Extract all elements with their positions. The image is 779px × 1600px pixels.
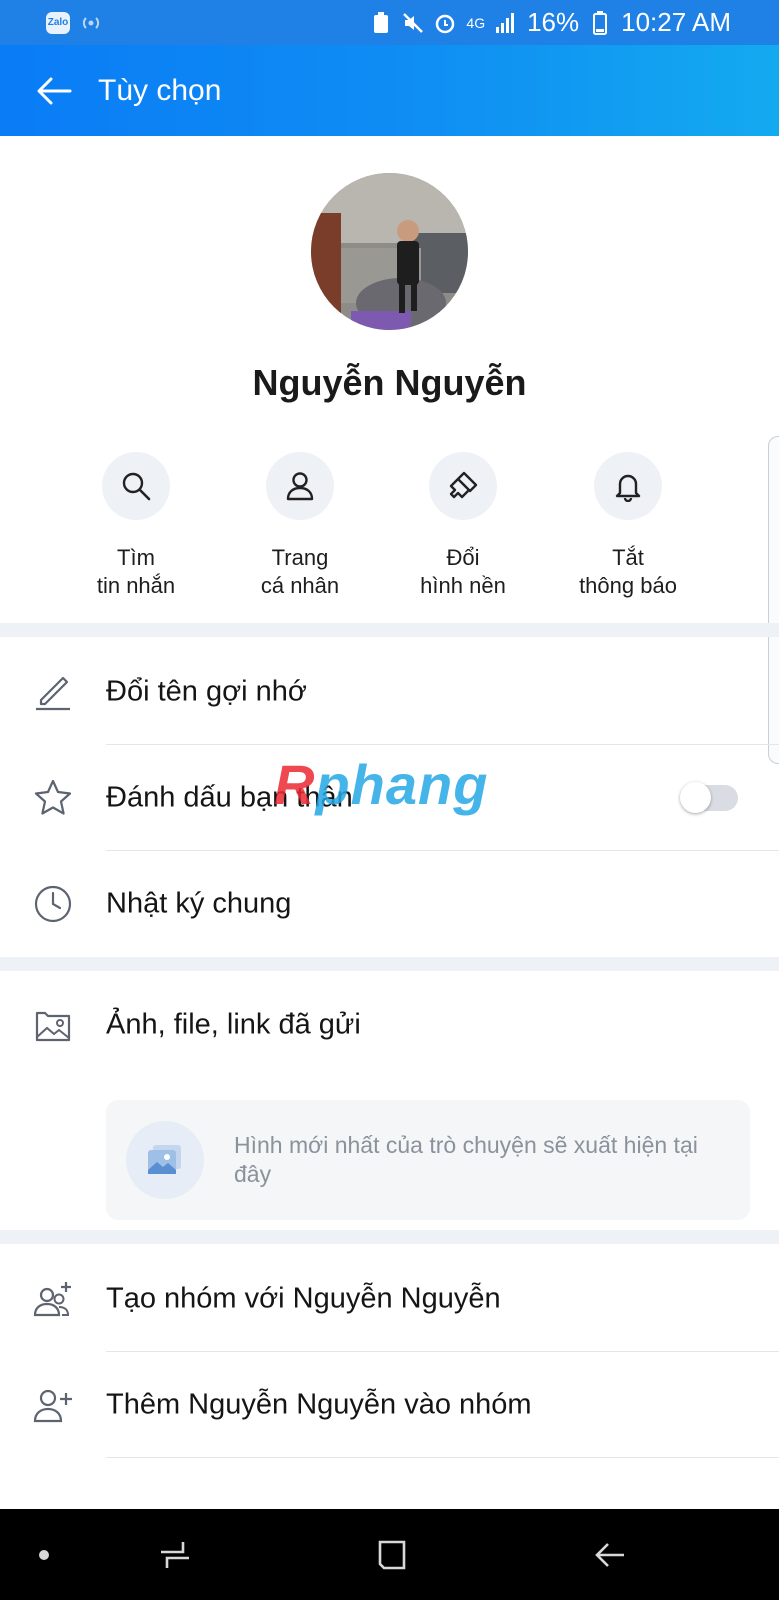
action-label-line2: tin nhắn — [96, 573, 176, 598]
zalo-notification-icon: Zalo — [46, 11, 70, 34]
battery-percent: 16% — [527, 7, 580, 37]
search-messages-action[interactable]: Tìm tin nhắn — [51, 452, 221, 600]
clock-icon — [32, 883, 74, 925]
best-friend-toggle[interactable] — [680, 782, 738, 813]
action-label-line2: cá nhân — [260, 573, 340, 598]
action-label-line1: Đổi — [446, 545, 480, 570]
action-label-line2: thông báo — [579, 573, 677, 598]
home-button[interactable] — [362, 1509, 422, 1600]
best-friend-label: Đánh dấu bạn thân — [106, 781, 353, 814]
shared-diary-row[interactable]: Nhật ký chung — [0, 851, 779, 957]
action-label-line2: hình nền — [420, 573, 506, 598]
profile-name: Nguyễn Nguyễn — [252, 362, 527, 403]
mute-notifications-action[interactable]: Tắt thông báo — [543, 452, 713, 600]
status-bar: Zalo 4G 16% 10:27 AM — [0, 0, 779, 45]
best-friend-row[interactable]: Đánh dấu bạn thân — [0, 745, 779, 851]
signal-icon — [495, 12, 517, 34]
section-divider — [0, 1230, 779, 1244]
dot-icon — [39, 1549, 49, 1560]
brush-icon — [429, 452, 497, 520]
gallery-icon — [32, 1004, 74, 1046]
avatar[interactable] — [311, 173, 468, 330]
user-icon — [266, 452, 334, 520]
media-empty-message: Hình mới nhất của trò chuyện sẽ xuất hiệ… — [234, 1132, 698, 1187]
clock: 10:27 AM — [621, 7, 731, 37]
create-group-label: Tạo nhóm với Nguyễn Nguyễn — [106, 1282, 501, 1315]
page-title: Tùy chọn — [98, 73, 222, 107]
back-icon — [595, 1542, 624, 1567]
rename-row[interactable]: Đổi tên gợi nhớ — [0, 639, 779, 745]
bell-icon — [594, 452, 662, 520]
recent-apps-icon — [161, 1541, 189, 1568]
add-to-group-label: Thêm Nguyễn Nguyễn vào nhóm — [106, 1388, 532, 1421]
mute-icon — [402, 12, 424, 34]
action-label-line1: Tắt — [612, 545, 644, 570]
change-wallpaper-action[interactable]: Đổi hình nền — [378, 452, 548, 600]
hotspot-icon — [80, 12, 102, 34]
action-label-line1: Trang — [271, 545, 329, 570]
rename-label: Đổi tên gợi nhớ — [106, 675, 307, 708]
alarm-icon — [434, 12, 456, 34]
user-add-icon — [32, 1384, 74, 1426]
back-button[interactable] — [24, 61, 84, 121]
search-icon — [102, 452, 170, 520]
home-icon — [378, 1540, 406, 1569]
app-bar: Tùy chọn — [0, 45, 779, 136]
quick-actions: Tìm tin nhắn Trang cá nhân Đổi hình nền Tắt… — [0, 452, 779, 612]
add-to-group-row[interactable]: Thêm Nguyễn Nguyễn vào nhóm — [0, 1352, 779, 1458]
media-preview-card[interactable]: Hình mới nhất của trò chuyện sẽ xuất hiệ… — [106, 1100, 750, 1220]
star-icon — [32, 777, 74, 819]
shared-media-label: Ảnh, file, link đã gửi — [106, 1008, 361, 1041]
profile-page-action[interactable]: Trang cá nhân — [215, 452, 385, 600]
recycle-icon — [370, 11, 392, 34]
pencil-icon — [32, 671, 74, 713]
image-placeholder-icon — [126, 1121, 204, 1199]
group-add-icon — [32, 1278, 74, 1320]
shared-diary-label: Nhật ký chung — [106, 887, 292, 920]
system-navigation-bar — [0, 1509, 779, 1600]
create-group-row[interactable]: Tạo nhóm với Nguyễn Nguyễn — [0, 1246, 779, 1352]
action-label-line1: Tìm — [117, 545, 155, 570]
section-divider — [0, 957, 779, 971]
section-divider — [0, 623, 779, 637]
battery-icon — [589, 10, 611, 35]
network-type: 4G — [466, 14, 486, 31]
row-divider — [106, 1457, 779, 1458]
nav-dot-button[interactable] — [24, 1509, 64, 1600]
system-back-button[interactable] — [580, 1509, 640, 1600]
recent-apps-button[interactable] — [145, 1509, 205, 1600]
shared-media-row[interactable]: Ảnh, file, link đã gửi — [0, 973, 779, 1077]
back-arrow-icon — [37, 77, 72, 104]
toggle-knob — [680, 782, 711, 813]
